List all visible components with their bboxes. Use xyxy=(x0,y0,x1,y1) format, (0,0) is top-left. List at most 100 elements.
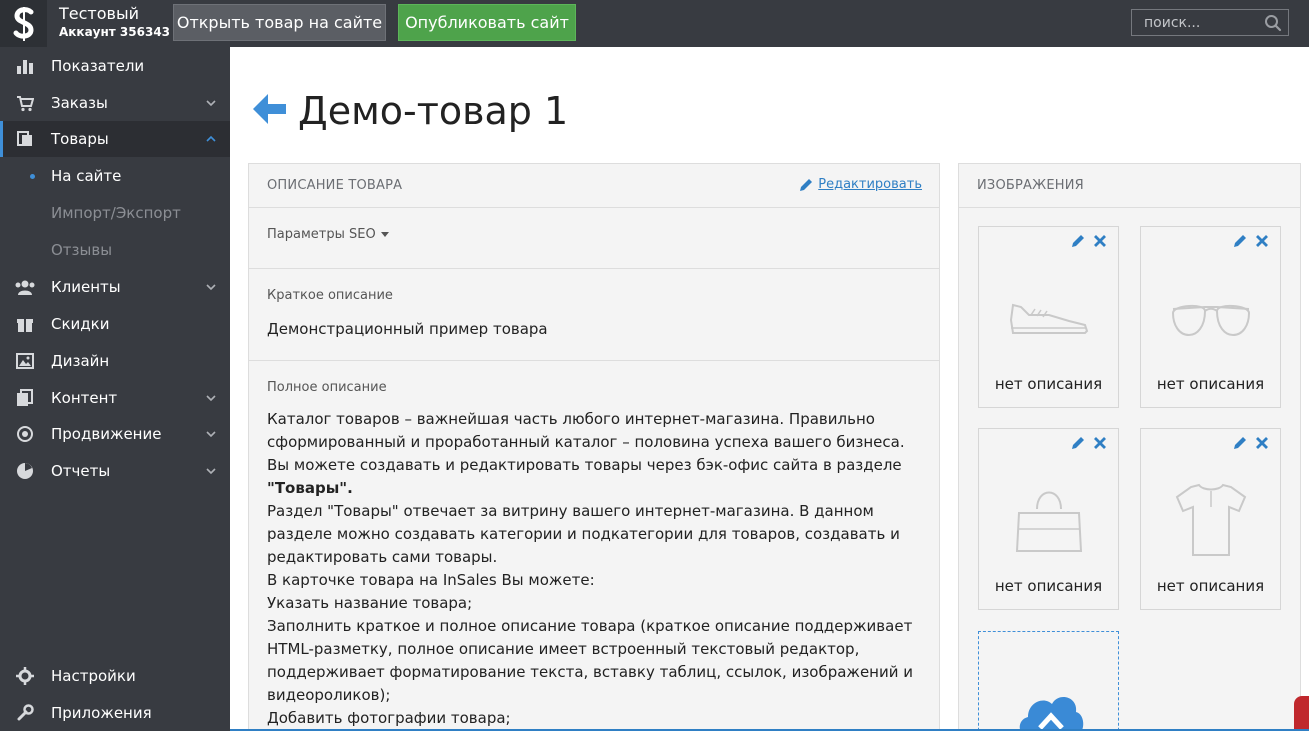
bag-icon xyxy=(1015,491,1083,552)
sidebar-item-label: Дизайн xyxy=(51,352,110,370)
short-description-label: Краткое описание xyxy=(267,288,393,303)
sidebar-item-label: Показатели xyxy=(51,57,145,75)
sidebar-subitem-on-site[interactable]: На сайте xyxy=(0,158,230,194)
panel-title: ИЗОБРАЖЕНИЯ xyxy=(977,178,1084,193)
full-description-section: Полное описание Каталог товаров – важней… xyxy=(249,361,939,731)
chevron-up-icon xyxy=(206,135,216,142)
sidebar-item-label: Настройки xyxy=(51,667,136,685)
description-paragraph: Каталог товаров – важнейшая часть любого… xyxy=(267,410,905,451)
image-caption: нет описания xyxy=(1156,577,1265,595)
sidebar-item-label: Скидки xyxy=(51,315,110,333)
top-bar: Тестовый Аккаунт 356343 Открыть товар на… xyxy=(0,0,1309,47)
search-input[interactable] xyxy=(1132,10,1260,35)
image-card[interactable]: нет описания xyxy=(1140,428,1281,610)
image-card[interactable]: нет описания xyxy=(978,428,1119,610)
sidebar-item-clients[interactable]: Клиенты xyxy=(0,269,230,305)
pencil-icon[interactable] xyxy=(1070,233,1086,249)
active-dot xyxy=(30,173,35,179)
products-icon xyxy=(17,131,32,146)
account-name: Тестовый xyxy=(59,4,139,23)
image-actions xyxy=(1232,233,1270,249)
account-info[interactable]: Тестовый Аккаунт 356343 xyxy=(59,4,170,40)
image-card[interactable]: нет описания xyxy=(1140,226,1281,408)
gear-icon xyxy=(16,667,34,685)
sidebar-subitem-label: Импорт/Экспорт xyxy=(51,204,181,222)
insales-logo-icon xyxy=(13,6,34,41)
sidebar-item-label: Продвижение xyxy=(51,425,162,443)
short-description-section: Краткое описание Демонстрационный пример… xyxy=(249,269,939,361)
account-id: Аккаунт 356343 xyxy=(59,25,171,39)
sidebar-item-settings[interactable]: Настройки xyxy=(0,658,230,694)
seo-params-toggle[interactable]: Параметры SEO xyxy=(267,227,389,242)
sidebar-subitem-label: Отзывы xyxy=(51,241,113,259)
description-paragraph: Добавить фотографии товара; xyxy=(267,709,511,727)
panel-header: ИЗОБРАЖЕНИЯ xyxy=(959,164,1300,208)
sidebar-item-label: Товары xyxy=(51,130,109,148)
image-icon xyxy=(16,353,34,369)
back-arrow-icon[interactable] xyxy=(251,92,287,126)
chevron-down-icon xyxy=(206,431,216,438)
full-description-text: Каталог товаров – важнейшая часть любого… xyxy=(267,408,927,730)
description-paragraph: Указать название товара; xyxy=(267,594,473,612)
bar-chart-icon xyxy=(17,60,33,74)
cloud-upload-icon xyxy=(1019,697,1084,731)
pencil-icon[interactable] xyxy=(1232,435,1248,451)
sidebar-item-promotion[interactable]: Продвижение xyxy=(0,416,230,452)
sidebar-item-label: Приложения xyxy=(51,704,152,722)
upload-image-dropzone[interactable] xyxy=(978,631,1119,731)
description-paragraph: Вы можете создавать и редактировать това… xyxy=(267,456,902,474)
full-description-label: Полное описание xyxy=(267,380,387,395)
pencil-icon[interactable] xyxy=(1070,435,1086,451)
image-card[interactable]: нет описания xyxy=(978,226,1119,408)
close-icon[interactable] xyxy=(1092,435,1108,451)
product-description-panel: ОПИСАНИЕ ТОВАРА Редактировать Параметры … xyxy=(248,163,940,731)
close-icon[interactable] xyxy=(1254,233,1270,249)
sidebar-subitem-reviews[interactable]: Отзывы xyxy=(0,232,230,268)
search-box xyxy=(1131,9,1289,36)
image-caption: нет описания xyxy=(994,375,1103,393)
publish-site-button[interactable]: Опубликовать сайт xyxy=(398,4,576,41)
pie-chart-icon xyxy=(17,463,33,479)
short-description-text: Демонстрационный пример товара xyxy=(267,320,548,338)
description-paragraph: Заполнить краткое и полное описание това… xyxy=(267,617,913,704)
sidebar-item-label: Отчеты xyxy=(51,462,111,480)
sidebar-item-content[interactable]: Контент xyxy=(0,380,230,416)
content-icon xyxy=(17,389,33,406)
seo-label: Параметры SEO xyxy=(267,227,376,242)
shirt-icon xyxy=(1175,483,1247,556)
image-caption: нет описания xyxy=(1156,375,1265,393)
cart-icon xyxy=(17,96,34,112)
pencil-icon[interactable] xyxy=(1232,233,1248,249)
description-paragraph: В карточке товара на InSales Вы можете: xyxy=(267,571,595,589)
sidebar-item-label: Заказы xyxy=(51,94,108,112)
edit-description-link[interactable]: Редактировать xyxy=(799,177,922,192)
open-product-button[interactable]: Открыть товар на сайте xyxy=(173,4,386,41)
sidebar-item-apps[interactable]: Приложения xyxy=(0,695,230,731)
sidebar-item-indicators[interactable]: Показатели xyxy=(0,48,230,84)
search-icon[interactable] xyxy=(1264,14,1282,32)
close-icon[interactable] xyxy=(1092,233,1108,249)
sidebar-item-label: Клиенты xyxy=(51,278,121,296)
pencil-icon xyxy=(800,178,813,191)
close-icon[interactable] xyxy=(1254,435,1270,451)
chevron-down-icon xyxy=(206,100,216,107)
page-title: Демо-товар 1 xyxy=(298,89,569,133)
chat-widget-button[interactable] xyxy=(1294,696,1309,731)
sidebar-item-design[interactable]: Дизайн xyxy=(0,343,230,379)
edit-link-label: Редактировать xyxy=(818,177,922,192)
chevron-down-icon xyxy=(206,284,216,291)
sidebar-item-reports[interactable]: Отчеты xyxy=(0,453,230,489)
sidebar-item-discounts[interactable]: Скидки xyxy=(0,306,230,342)
sidebar-item-products[interactable]: Товары xyxy=(0,121,230,157)
logo[interactable] xyxy=(0,0,47,47)
sidebar-subitem-label: На сайте xyxy=(51,167,122,185)
image-actions xyxy=(1070,233,1108,249)
gift-icon xyxy=(17,319,33,332)
description-paragraph-bold: "Товары". xyxy=(267,479,353,497)
users-icon xyxy=(15,280,35,295)
sidebar-item-orders[interactable]: Заказы xyxy=(0,85,230,121)
sidebar-subitem-import-export[interactable]: Импорт/Экспорт xyxy=(0,195,230,231)
description-paragraph: Раздел "Товары" отвечает за витрину ваше… xyxy=(267,502,900,566)
panel-title: ОПИСАНИЕ ТОВАРА xyxy=(267,178,403,193)
image-actions xyxy=(1232,435,1270,451)
